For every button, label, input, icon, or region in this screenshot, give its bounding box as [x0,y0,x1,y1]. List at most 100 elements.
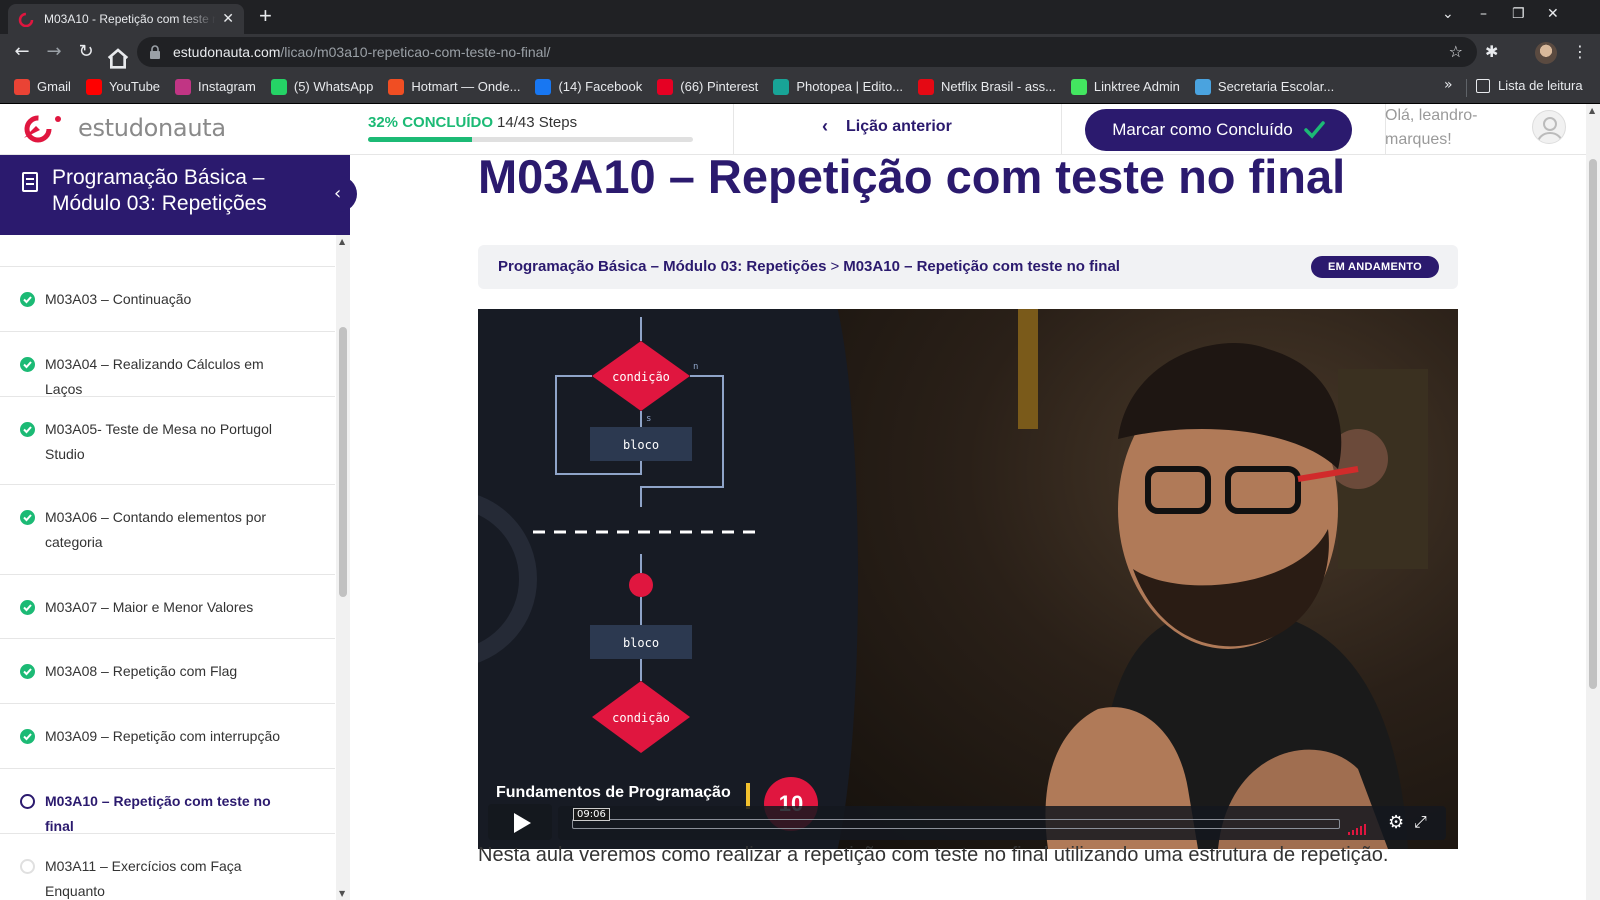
sidebar-lesson-label: M03A04 – Realizando Cálculos em Laços [45,356,264,397]
browser-tab-active[interactable]: M03A10 - Repetição com teste no final ✕ [8,4,244,34]
sidebar-lesson-item[interactable]: M03A08 – Repetição com Flag [0,639,335,704]
bookmark-item[interactable]: Secretaria Escolar... [1194,78,1335,95]
flowchart-condition-text: condição [612,370,670,384]
sidebar-lesson-label: M03A11 – Exercícios com Faça Enquanto [45,858,242,899]
reading-list-button[interactable]: Lista de leitura [1476,78,1583,93]
video-slide: condição n s bloco bloco condição [478,309,808,849]
flowchart-block-text: bloco [623,636,659,650]
new-tab-icon[interactable]: + [259,5,272,27]
sidebar-scroll-thumb[interactable] [339,327,347,597]
progress-percent: 32% CONCLUÍDO [368,114,494,131]
scroll-up-icon[interactable]: ▲ [339,237,345,246]
sidebar-lesson-item[interactable]: M03A04 – Realizando Cálculos em Laços [0,332,335,397]
sidebar-course-title[interactable]: Programação Básica – Módulo 03: Repetiçõ… [52,165,332,217]
previous-lesson-button[interactable]: ‹ Lição anterior [822,116,952,137]
sidebar-lesson-item[interactable]: M03A09 – Repetição com interrupção [0,704,335,769]
completed-check-icon [20,292,35,307]
volume-icon[interactable] [1348,816,1368,835]
sidebar-lesson-item[interactable]: M03A05- Teste de Mesa no Portugol Studio [0,397,335,485]
play-button[interactable] [488,804,552,840]
completed-check-icon [20,510,35,525]
page: estudonauta 32% CONCLUÍDO 14/43 Steps ‹ L… [0,104,1600,900]
sidebar-collapse-button[interactable]: ‹ [331,176,357,212]
breadcrumb-course[interactable]: Programação Básica – Módulo 03: Repetiçõ… [498,258,826,275]
forward-icon[interactable]: → [42,40,66,64]
bookmarks-divider [1466,79,1467,97]
bookmark-item[interactable]: Instagram [175,78,256,95]
fullscreen-icon[interactable]: ⤢ [1414,812,1427,832]
course-progress: 32% CONCLUÍDO 14/43 Steps [368,112,698,142]
video-seekbar[interactable]: 09:06 [572,808,1340,829]
breadcrumb-lesson[interactable]: M03A10 – Repetição com teste no final [843,258,1120,275]
completed-check-icon [20,729,35,744]
reload-icon[interactable]: ↻ [74,40,98,64]
bookmark-item[interactable]: Netflix Brasil - ass... [918,78,1056,95]
browser-menu-icon[interactable]: ⋮ [1572,42,1588,61]
sidebar-lesson-item[interactable]: M03A11 – Exercícios com Faça Enquanto [0,834,335,900]
bookmark-item[interactable]: Photopea | Edito... [773,78,904,95]
document-icon [22,172,38,192]
sidebar-lesson-item[interactable]: M03A07 – Maior e Menor Valores [0,575,335,639]
bookmark-item[interactable]: (14) Facebook [535,78,642,95]
chevron-left-icon: ‹ [334,183,342,204]
in-progress-circle-icon [20,794,35,809]
youtube-icon [85,78,102,95]
close-window-icon[interactable]: ✕ [1547,6,1559,22]
scroll-down-icon[interactable]: ▼ [339,889,345,898]
bookmark-item[interactable]: (66) Pinterest [657,78,758,95]
extensions-icon[interactable]: ✱ [1485,42,1498,61]
instagram-icon [175,78,192,95]
video-player[interactable]: condição n s bloco bloco condição Fundam… [478,309,1458,849]
page-scroll-thumb[interactable] [1589,159,1597,689]
bookmark-item[interactable]: Gmail [14,78,71,95]
sidebar-lesson-item[interactable]: M03A06 – Contando elementos por categori… [0,485,335,575]
bookmarks-overflow-icon[interactable]: » [1444,77,1453,93]
flowchart-condition-text: condição [612,711,670,725]
play-icon [514,813,531,833]
logo-text: estudonauta [78,114,226,142]
sidebar-lesson-label: M03A09 – Repetição com interrupção [45,728,281,744]
browser-toolbar: ← → ↻ estudonauta.com/licao/m03a10-repet… [0,34,1600,70]
flowchart-block-text: bloco [623,438,659,452]
sidebar-lesson-item[interactable]: M03A03 – Continuação [0,267,335,332]
bookmark-star-icon[interactable]: ☆ [1449,42,1463,61]
tab-close-icon[interactable]: ✕ [222,11,234,27]
bookmark-label: YouTube [108,79,161,94]
video-presenter-scene [798,309,1458,849]
bookmark-item[interactable]: Linktree Admin [1070,78,1180,95]
user-avatar[interactable] [1532,110,1566,144]
flowchart-diagram: condição n s bloco bloco condição [478,317,763,753]
home-icon[interactable] [106,46,130,70]
progress-steps: 14/43 Steps [497,114,578,131]
restore-icon[interactable]: ❐ [1512,6,1525,22]
video-controls: 09:06 ⚙ ⤢ [558,806,1446,840]
tab-search-icon[interactable]: ⌄ [1442,6,1454,22]
sidebar-header: Programação Básica – Módulo 03: Repetiçõ… [0,155,350,235]
sidebar-lesson-label: M03A05- Teste de Mesa no Portugol Studio [45,421,272,462]
minimize-icon[interactable]: – [1480,6,1487,22]
browser-profile-avatar[interactable] [1535,42,1557,64]
sidebar-lesson-item[interactable]: M03A02 – Realizando Contagens [0,235,335,267]
sidebar-lesson-label: M03A07 – Maior e Menor Valores [45,599,254,615]
page-scrollbar[interactable]: ▲ [1586,104,1600,900]
site-logo[interactable]: estudonauta [18,112,226,144]
mark-complete-button[interactable]: Marcar como Concluído [1085,109,1352,151]
estudonauta-logo-icon [24,115,61,143]
settings-gear-icon[interactable]: ⚙ [1388,812,1404,833]
lesson-list: M03A02 – Realizando Contagens M03A03 – Co… [0,235,335,900]
sidebar-scrollbar[interactable]: ▲ ▼ [336,235,350,900]
video-time: 09:06 [573,808,610,821]
bookmark-label: Netflix Brasil - ass... [941,79,1056,94]
bookmark-label: Secretaria Escolar... [1217,79,1335,94]
scroll-up-icon[interactable]: ▲ [1589,106,1595,115]
bookmark-item[interactable]: (5) WhatsApp [270,78,373,95]
bookmark-item[interactable]: Hotmart — Onde... [388,78,520,95]
bookmark-label: Linktree Admin [1093,79,1180,94]
back-icon[interactable]: ← [10,40,34,64]
bookmark-item[interactable]: YouTube [85,78,161,95]
course-sidebar: Programação Básica – Módulo 03: Repetiçõ… [0,155,357,900]
address-bar[interactable]: estudonauta.com/licao/m03a10-repeticao-c… [137,37,1477,67]
checkmark-icon [1303,121,1325,139]
bookmark-label: Photopea | Edito... [796,79,904,94]
sidebar-lesson-item[interactable]: M03A10 – Repetição com teste no final [0,769,335,834]
